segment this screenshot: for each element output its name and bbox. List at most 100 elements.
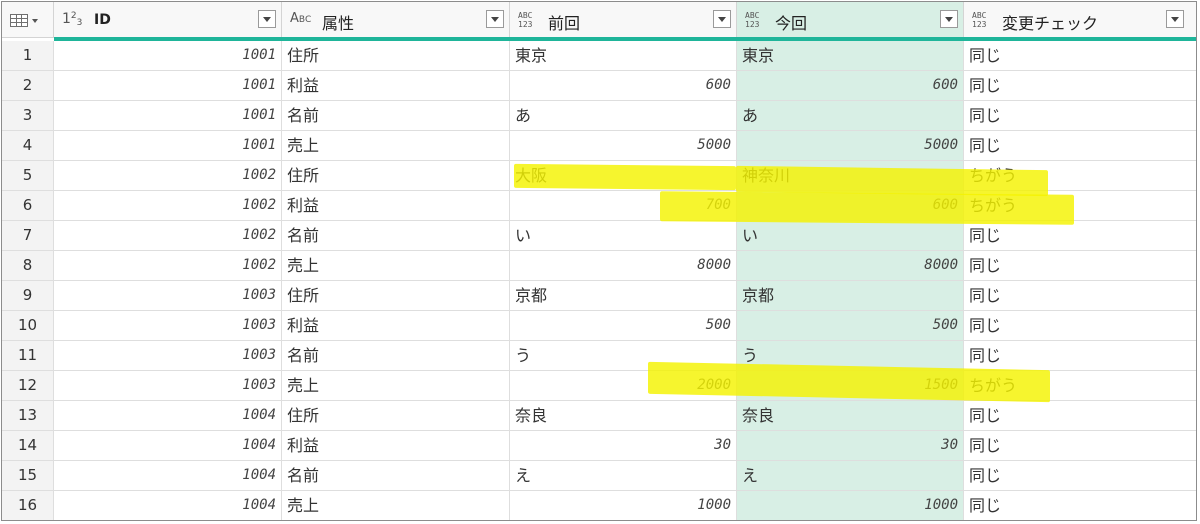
row-number[interactable]: 13 [2,401,54,430]
cell-change-check[interactable]: ちがう [964,161,1196,190]
cell-previous[interactable]: 600 [510,71,737,100]
row-number[interactable]: 11 [2,341,54,370]
column-header-previous[interactable]: ABC 123 前回 [510,2,737,37]
cell-current[interactable]: 500 [737,311,964,340]
cell-id[interactable]: 1004 [54,401,282,430]
column-header-current[interactable]: ABC 123 今回 [737,2,964,37]
cell-previous[interactable]: 700 [510,191,737,220]
cell-current[interactable]: 1500 [737,371,964,400]
cell-change-check[interactable]: 同じ [964,71,1196,100]
cell-attribute[interactable]: 売上 [282,131,510,160]
row-number[interactable]: 12 [2,371,54,400]
row-number[interactable]: 8 [2,251,54,280]
row-number[interactable]: 3 [2,101,54,130]
cell-previous[interactable]: 5000 [510,131,737,160]
cell-attribute[interactable]: 名前 [282,461,510,490]
table-row[interactable]: 14 1004 利益 30 30 同じ [2,431,1196,461]
cell-id[interactable]: 1002 [54,191,282,220]
cell-id[interactable]: 1004 [54,491,282,520]
cell-id[interactable]: 1002 [54,161,282,190]
row-number[interactable]: 5 [2,161,54,190]
cell-current[interactable]: 600 [737,71,964,100]
cell-current[interactable]: い [737,221,964,250]
column-header-attribute[interactable]: ABC 属性 [282,2,510,37]
cell-change-check[interactable]: 同じ [964,221,1196,250]
cell-previous[interactable]: 京都 [510,281,737,310]
table-row[interactable]: 5 1002 住所 大阪 神奈川 ちがう [2,161,1196,191]
filter-dropdown-button[interactable] [713,10,731,28]
text-type-icon[interactable]: ABC [290,11,311,26]
cell-attribute[interactable]: 住所 [282,401,510,430]
cell-change-check[interactable]: 同じ [964,101,1196,130]
any-type-icon[interactable]: ABC 123 [745,11,759,29]
cell-change-check[interactable]: 同じ [964,311,1196,340]
cell-attribute[interactable]: 利益 [282,431,510,460]
table-row[interactable]: 9 1003 住所 京都 京都 同じ [2,281,1196,311]
row-number[interactable]: 6 [2,191,54,220]
cell-id[interactable]: 1004 [54,461,282,490]
cell-id[interactable]: 1002 [54,251,282,280]
cell-previous[interactable]: え [510,461,737,490]
any-type-icon[interactable]: ABC 123 [518,11,532,29]
filter-dropdown-button[interactable] [258,10,276,28]
row-number[interactable]: 2 [2,71,54,100]
table-row[interactable]: 1 1001 住所 東京 東京 同じ [2,41,1196,71]
cell-current[interactable]: 30 [737,431,964,460]
cell-current[interactable]: 神奈川 [737,161,964,190]
cell-id[interactable]: 1003 [54,371,282,400]
cell-current[interactable]: 8000 [737,251,964,280]
cell-current[interactable]: え [737,461,964,490]
table-row[interactable]: 11 1003 名前うう同じ [2,341,1196,371]
cell-previous[interactable]: あ [510,101,737,130]
column-header-id[interactable]: 123 ID [54,2,282,37]
cell-current[interactable]: 東京 [737,41,964,70]
cell-change-check[interactable]: 同じ [964,461,1196,490]
table-row[interactable]: 16 1004 売上 1000 1000 同じ [2,491,1196,520]
cell-change-check[interactable]: ちがう [964,191,1196,220]
cell-id[interactable]: 1003 [54,341,282,370]
row-number[interactable]: 9 [2,281,54,310]
cell-id[interactable]: 1004 [54,431,282,460]
row-number[interactable]: 7 [2,221,54,250]
cell-id[interactable]: 1002 [54,221,282,250]
cell-id[interactable]: 1003 [54,311,282,340]
row-number[interactable]: 4 [2,131,54,160]
cell-change-check[interactable]: 同じ [964,131,1196,160]
cell-attribute[interactable]: 名前 [282,101,510,130]
cell-previous[interactable]: い [510,221,737,250]
cell-change-check[interactable]: ちがう [964,371,1196,400]
row-number[interactable]: 10 [2,311,54,340]
cell-previous[interactable]: 500 [510,311,737,340]
cell-change-check[interactable]: 同じ [964,491,1196,520]
cell-attribute[interactable]: 名前 [282,341,510,370]
cell-current[interactable]: 5000 [737,131,964,160]
cell-previous[interactable]: 8000 [510,251,737,280]
cell-previous[interactable]: 2000 [510,371,737,400]
cell-attribute[interactable]: 利益 [282,311,510,340]
row-number[interactable]: 15 [2,461,54,490]
filter-dropdown-button[interactable] [940,10,958,28]
table-row[interactable]: 13 1004 住所 奈良 奈良 同じ [2,401,1196,431]
column-header-change-check[interactable]: ABC 123 変更チェック [964,2,1196,37]
cell-previous[interactable]: う [510,341,737,370]
any-type-icon[interactable]: ABC 123 [972,11,986,29]
row-number[interactable]: 16 [2,491,54,520]
cell-previous[interactable]: 30 [510,431,737,460]
table-row[interactable]: 12 1003 売上 2000 1500 ちがう [2,371,1196,401]
table-row[interactable]: 15 1004 名前ええ同じ [2,461,1196,491]
cell-previous[interactable]: 東京 [510,41,737,70]
cell-attribute[interactable]: 利益 [282,191,510,220]
cell-current[interactable]: あ [737,101,964,130]
cell-id[interactable]: 1001 [54,101,282,130]
cell-id[interactable]: 1003 [54,281,282,310]
cell-id[interactable]: 1001 [54,71,282,100]
table-row[interactable]: 4 1001 売上 5000 5000 同じ [2,131,1196,161]
table-row[interactable]: 6 1002 利益 700 600 ちがう [2,191,1196,221]
cell-previous[interactable]: 奈良 [510,401,737,430]
cell-attribute[interactable]: 売上 [282,371,510,400]
cell-current[interactable]: 1000 [737,491,964,520]
row-number[interactable]: 14 [2,431,54,460]
whole-number-type-icon[interactable]: 123 [62,11,82,28]
cell-current[interactable]: 奈良 [737,401,964,430]
cell-id[interactable]: 1001 [54,131,282,160]
